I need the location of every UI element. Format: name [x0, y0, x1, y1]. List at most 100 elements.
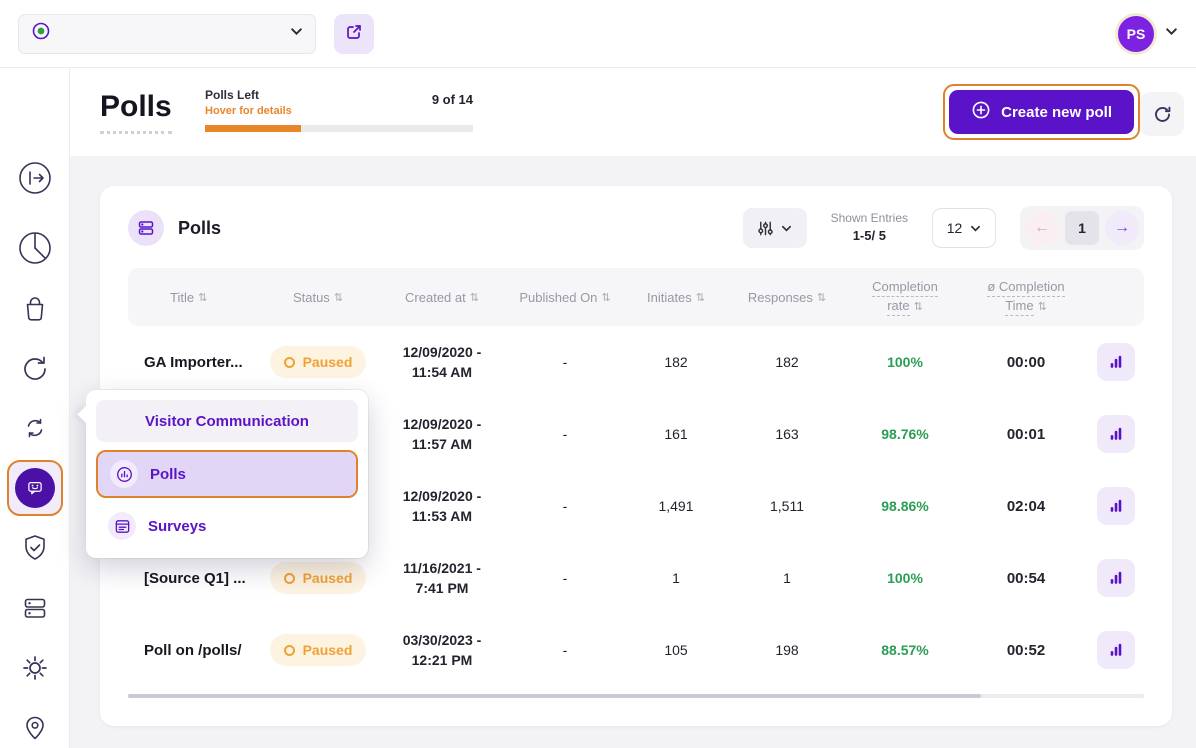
- visitor-communication-flyout: Visitor Communication Polls Surveys: [86, 390, 368, 558]
- flyout-item-surveys[interactable]: Surveys: [96, 504, 358, 548]
- created-at: 11/16/2021 -7:41 PM: [378, 558, 506, 599]
- polls-menu-icon: [110, 460, 138, 488]
- sidebar-item-settings[interactable]: [17, 650, 53, 686]
- status-cell: Paused: [258, 634, 378, 666]
- sidebar-item-quick-start[interactable]: [17, 160, 53, 196]
- session-recording-icon: [17, 350, 53, 386]
- column-header[interactable]: Created at⇅: [378, 290, 506, 305]
- view-results-button[interactable]: [1097, 487, 1135, 525]
- visitor-communication-icon: [15, 468, 55, 508]
- quick-start-icon: [17, 160, 53, 196]
- page-header: Polls Polls Left Hover for details 9 of …: [70, 68, 1196, 156]
- sidebar-item-experiments[interactable]: [17, 290, 53, 326]
- results-chart-icon: [1107, 569, 1125, 587]
- next-page-button[interactable]: →: [1105, 211, 1139, 245]
- completion-rate: 88.57%: [846, 642, 964, 658]
- responses-count: 182: [728, 354, 846, 370]
- created-at: 12/09/2020 -11:53 AM: [378, 486, 506, 527]
- sort-icon[interactable]: ⇅: [198, 291, 207, 304]
- view-results-button[interactable]: [1097, 343, 1135, 381]
- analytics-icon: [17, 230, 53, 266]
- status-ring-icon: [284, 645, 295, 656]
- prev-arrow-icon: ←: [1034, 219, 1050, 237]
- scrollbar-thumb[interactable]: [128, 694, 981, 698]
- published-on: -: [506, 354, 624, 370]
- actions-cell: [1088, 415, 1144, 453]
- chevron-down-icon: [781, 223, 792, 234]
- column-header[interactable]: Status⇅: [258, 290, 378, 305]
- chevron-down-icon: [1165, 25, 1178, 43]
- created-at: 12/09/2020 -11:54 AM: [378, 342, 506, 383]
- create-new-poll-button[interactable]: Create new poll: [949, 90, 1134, 134]
- completion-time: 00:00: [964, 354, 1088, 371]
- flyout-item-surveys-label: Surveys: [148, 518, 206, 535]
- column-header[interactable]: Responses⇅: [728, 290, 846, 305]
- poll-title: Poll on /polls/: [128, 642, 258, 659]
- initiates-count: 105: [624, 642, 728, 658]
- completion-rate: 100%: [846, 354, 964, 370]
- page-number-button[interactable]: 1: [1065, 211, 1099, 245]
- created-at: 12/09/2020 -11:57 AM: [378, 414, 506, 455]
- flyout-item-polls[interactable]: Polls: [98, 452, 356, 496]
- poll-list-icon: [128, 210, 164, 246]
- created-at: 03/30/2023 -12:21 PM: [378, 630, 506, 671]
- table-row[interactable]: GA Importer... Paused 12/09/2020 -11:54 …: [128, 326, 1144, 398]
- shown-entries-label: Shown Entries: [831, 210, 908, 227]
- polls-usage-count: 9 of 14: [432, 92, 473, 107]
- view-results-button[interactable]: [1097, 631, 1135, 669]
- sidebar-item-analytics[interactable]: [17, 230, 53, 266]
- open-new-tab-icon: [345, 23, 363, 44]
- published-on: -: [506, 570, 624, 586]
- gear-icon: [17, 650, 53, 686]
- column-header[interactable]: Published On⇅: [506, 290, 624, 305]
- initiates-count: 1,491: [624, 498, 728, 514]
- sidebar-item-privacy[interactable]: [17, 530, 53, 566]
- status-badge: Paused: [270, 346, 367, 378]
- filter-button[interactable]: [743, 208, 807, 248]
- refresh-button[interactable]: [1140, 92, 1184, 136]
- column-header[interactable]: Title⇅: [128, 290, 258, 305]
- page-size-select[interactable]: 12: [932, 208, 996, 248]
- sidebar-item-visitor-communication[interactable]: [7, 460, 63, 516]
- workspace-selector[interactable]: [18, 14, 316, 54]
- open-new-tab-button[interactable]: [334, 14, 374, 54]
- pagination: ← 1 →: [1020, 206, 1144, 250]
- responses-count: 1,511: [728, 498, 846, 514]
- horizontal-scrollbar[interactable]: [128, 694, 1144, 698]
- sort-icon[interactable]: ⇅: [334, 291, 343, 304]
- polls-left-widget[interactable]: Polls Left Hover for details 9 of 14: [205, 88, 473, 132]
- sort-icon[interactable]: ⇅: [1038, 300, 1047, 313]
- sort-icon[interactable]: ⇅: [817, 291, 826, 304]
- actions-cell: [1088, 343, 1144, 381]
- sidebar-item-session-recording[interactable]: [17, 350, 53, 386]
- workspace-icon: [31, 21, 51, 46]
- view-results-button[interactable]: [1097, 559, 1135, 597]
- completion-rate: 98.86%: [846, 498, 964, 514]
- completion-time: 00:52: [964, 642, 1088, 659]
- sort-icon[interactable]: ⇅: [914, 300, 923, 313]
- avatar[interactable]: PS: [1115, 13, 1157, 55]
- user-menu[interactable]: PS: [1115, 13, 1178, 55]
- next-arrow-icon: →: [1114, 219, 1130, 237]
- responses-count: 163: [728, 426, 846, 442]
- app-root: PS: [0, 0, 1196, 748]
- sidebar-item-ab-testing[interactable]: [17, 410, 53, 446]
- sidebar-item-location[interactable]: [17, 710, 53, 746]
- poll-title: [Source Q1] ...: [128, 570, 258, 587]
- column-header[interactable]: Initiates⇅: [624, 290, 728, 305]
- results-chart-icon: [1107, 425, 1125, 443]
- prev-page-button[interactable]: ←: [1025, 211, 1059, 245]
- sort-icon[interactable]: ⇅: [601, 291, 610, 304]
- polls-left-hint: Hover for details: [205, 105, 292, 117]
- actions-cell: [1088, 487, 1144, 525]
- polls-left-label: Polls Left: [205, 88, 292, 102]
- sidebar-item-data[interactable]: [17, 590, 53, 626]
- sort-icon[interactable]: ⇅: [470, 291, 479, 304]
- column-header[interactable]: ø CompletionTime⇅: [964, 279, 1088, 316]
- chevron-down-icon: [290, 25, 303, 43]
- view-results-button[interactable]: [1097, 415, 1135, 453]
- results-chart-icon: [1107, 641, 1125, 659]
- table-row[interactable]: Poll on /polls/ Paused 03/30/2023 -12:21…: [128, 614, 1144, 686]
- column-header[interactable]: Completionrate⇅: [846, 279, 964, 316]
- sort-icon[interactable]: ⇅: [696, 291, 705, 304]
